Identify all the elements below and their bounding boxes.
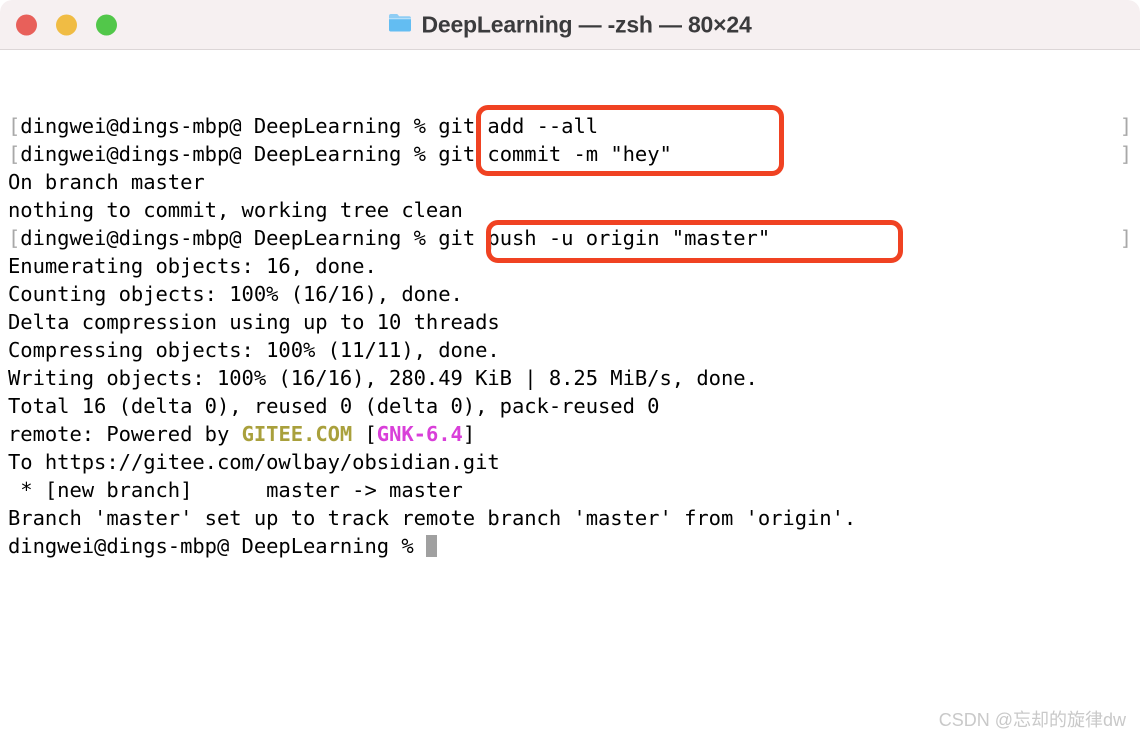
terminal-line-branch-tracking: Branch 'master' set up to track remote b…: [8, 506, 857, 530]
command-git-push: git push -u origin "master": [438, 226, 771, 250]
folder-icon: [388, 12, 412, 38]
window-title-text: DeepLearning — -zsh — 80×24: [421, 11, 752, 37]
window-titlebar[interactable]: DeepLearning — -zsh — 80×24: [0, 0, 1140, 50]
shell-close-bracket-icon: ]: [1119, 142, 1132, 166]
close-window-button[interactable]: [16, 14, 37, 35]
remote-prefix: remote: Powered by: [8, 422, 242, 446]
shell-prompt: dingwei@dings-mbp@ DeepLearning %: [8, 534, 426, 558]
command-git-commit: git commit -m "hey": [438, 142, 672, 166]
terminal-line-compressing: Compressing objects: 100% (11/11), done.: [8, 338, 500, 362]
shell-prompt: dingwei@dings-mbp@ DeepLearning %: [20, 114, 439, 138]
minimize-window-button[interactable]: [56, 14, 77, 35]
terminal-window: DeepLearning — -zsh — 80×24 [dingwei@din…: [0, 0, 1140, 742]
shell-open-bracket-icon: [: [8, 226, 21, 250]
zoom-window-button[interactable]: [96, 14, 117, 35]
shell-close-bracket-icon: ]: [1119, 114, 1132, 138]
shell-close-bracket-icon: ]: [1119, 226, 1132, 250]
shell-prompt: dingwei@dings-mbp@ DeepLearning %: [20, 142, 439, 166]
shell-open-bracket-icon: [: [8, 142, 21, 166]
remote-bracket-close: ]: [462, 422, 476, 446]
terminal-line-remote-url: To https://gitee.com/owlbay/obsidian.git: [8, 450, 500, 474]
csdn-watermark: CSDN @忘却的旋律dw: [938, 710, 1126, 730]
terminal-line-delta-compression: Delta compression using up to 10 threads: [8, 310, 500, 334]
gitee-com-label: GITEE.COM: [241, 422, 353, 446]
terminal-line-writing: Writing objects: 100% (16/16), 280.49 Ki…: [8, 366, 758, 390]
gnk-version-label: GNK-6.4: [376, 422, 463, 446]
terminal-line-total: Total 16 (delta 0), reused 0 (delta 0), …: [8, 394, 660, 418]
terminal-body[interactable]: [dingwei@dings-mbp@ DeepLearning % git a…: [0, 50, 1140, 742]
shell-open-bracket-icon: [: [8, 114, 21, 138]
terminal-line-enumerating: Enumerating objects: 16, done.: [8, 254, 377, 278]
block-cursor: [425, 535, 437, 557]
remote-bracket-open: [: [352, 422, 377, 446]
traffic-light-group: [16, 14, 117, 35]
shell-prompt: dingwei@dings-mbp@ DeepLearning %: [20, 226, 439, 250]
command-git-add: git add --all: [438, 114, 599, 138]
window-title-group: DeepLearning — -zsh — 80×24: [0, 11, 1140, 38]
terminal-line-on-branch: On branch master: [8, 170, 205, 194]
terminal-line-prompt-git-push: [dingwei@dings-mbp@ DeepLearning % git p…: [8, 224, 1136, 252]
terminal-line-remote-powered-by: remote: Powered by GITEE.COM [GNK-6.4]: [8, 420, 1136, 448]
terminal-output: [dingwei@dings-mbp@ DeepLearning % git a…: [8, 112, 1136, 560]
terminal-line-prompt-git-add: [dingwei@dings-mbp@ DeepLearning % git a…: [8, 112, 1136, 140]
terminal-line-nothing-to-commit: nothing to commit, working tree clean: [8, 198, 463, 222]
terminal-line-final-prompt: dingwei@dings-mbp@ DeepLearning %: [8, 532, 1136, 560]
terminal-line-counting: Counting objects: 100% (16/16), done.: [8, 282, 463, 306]
terminal-line-prompt-git-commit: [dingwei@dings-mbp@ DeepLearning % git c…: [8, 140, 1136, 168]
terminal-line-new-branch: * [new branch] master -> master: [8, 478, 463, 502]
